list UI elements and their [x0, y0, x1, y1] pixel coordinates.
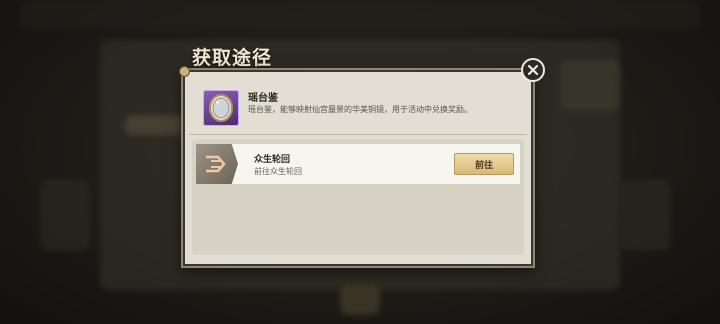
item-description: 瑶台鉴，能够映射仙宫蜃景的华美铜镜，用于活动中兑换奖励。	[248, 105, 472, 114]
close-icon	[527, 64, 539, 76]
acquisition-dialog: 瑶台鉴 瑶台鉴，能够映射仙宫蜃景的华美铜镜，用于活动中兑换奖励。 众生轮回 前往…	[183, 70, 533, 266]
source-list: 众生轮回 前往众生轮回 前往	[192, 139, 524, 255]
cycle-emblem-icon	[196, 144, 238, 184]
source-name: 众生轮回	[254, 155, 291, 165]
source-subtitle: 前往众生轮回	[254, 167, 302, 176]
divider	[189, 134, 527, 135]
corner-ornament	[179, 66, 190, 77]
go-button[interactable]: 前往	[454, 153, 514, 175]
mirror-icon	[203, 90, 239, 126]
dialog-title: 获取途径	[192, 47, 273, 69]
close-button[interactable]	[521, 58, 545, 82]
item-name: 瑶台鉴	[248, 93, 278, 104]
source-row: 众生轮回 前往众生轮回 前往	[195, 143, 521, 185]
item-info: 瑶台鉴 瑶台鉴，能够映射仙宫蜃景的华美铜镜，用于活动中兑换奖励。	[203, 90, 523, 134]
